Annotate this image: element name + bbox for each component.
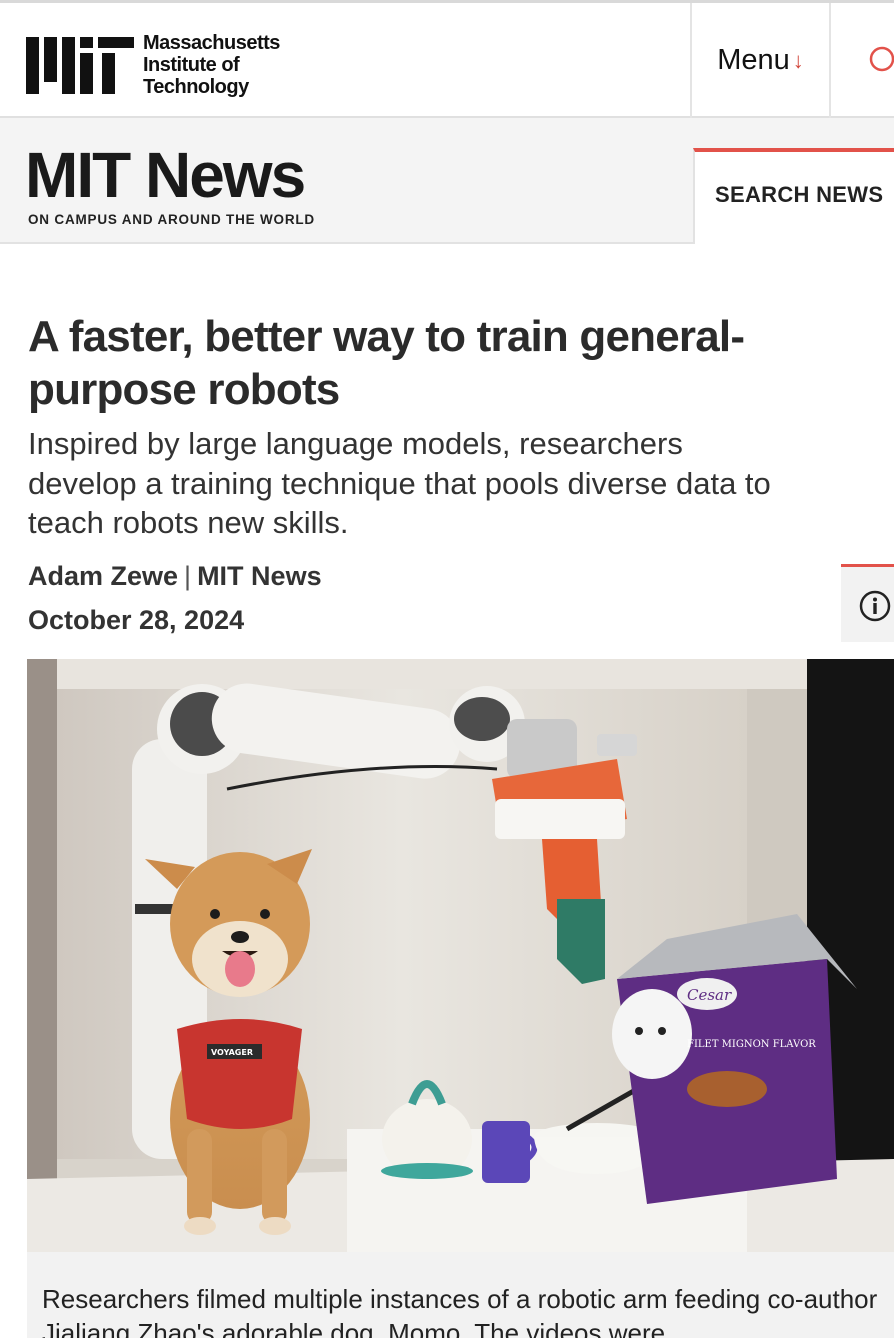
author-link[interactable]: Adam Zewe — [28, 561, 178, 591]
news-tagline: ON CAMPUS AND AROUND THE WORLD — [28, 212, 315, 227]
byline-separator: | — [184, 561, 192, 591]
institute-header: Massachusetts Institute of Technology Me… — [0, 0, 894, 118]
image-info-button[interactable] — [841, 564, 894, 642]
article-headline: A faster, better way to train general-pu… — [28, 312, 745, 414]
news-header: MIT News ON CAMPUS AND AROUND THE WORLD … — [0, 118, 894, 244]
arrow-down-icon: ↓ — [792, 47, 804, 73]
bag-flavor-label: FILET MIGNON FLAVOR — [687, 1039, 816, 1050]
menu-label: Menu — [717, 44, 790, 76]
bag-brand-label: Cesar — [687, 986, 732, 1004]
source-link[interactable]: MIT News — [197, 561, 322, 591]
info-icon — [859, 590, 891, 622]
publish-date: October 28, 2024 — [28, 605, 245, 635]
article-dek: Inspired by large language models, resea… — [28, 426, 771, 540]
search-icon[interactable] — [862, 37, 894, 77]
menu-button[interactable]: Menu ↓ — [690, 3, 831, 118]
article-photo: Cesar FILET MIGNON FLAVOR VOYAGER — [27, 659, 894, 1252]
search-news-button[interactable]: SEARCH NEWS — [693, 148, 894, 244]
news-site-title[interactable]: MIT News — [25, 140, 306, 210]
institute-name: Massachusetts Institute of Technology — [143, 32, 280, 98]
harness-label: VOYAGER — [211, 1048, 253, 1057]
byline: Adam Zewe | MIT News — [28, 561, 322, 592]
mit-logo-icon[interactable] — [26, 33, 136, 95]
photo-caption: Researchers filmed multiple instances of… — [27, 1252, 894, 1338]
